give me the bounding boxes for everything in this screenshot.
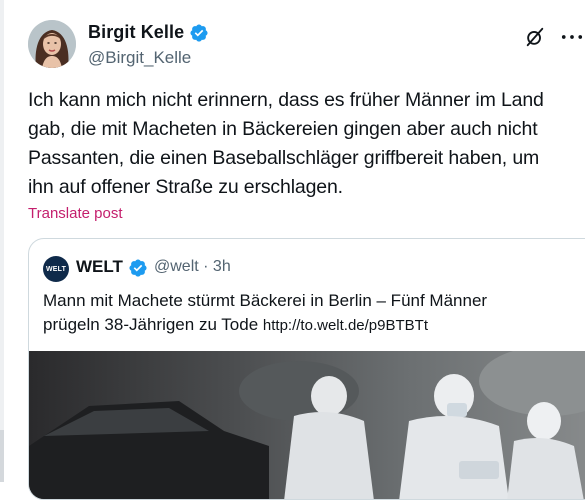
post-text-line: Passanten, die einen Baseballschläger gr… (28, 147, 540, 169)
avatar[interactable] (28, 20, 76, 68)
quoted-author-avatar[interactable]: WELT (43, 256, 69, 282)
timeline-divider (0, 0, 4, 482)
verified-badge-icon (129, 259, 147, 277)
translate-post-link[interactable]: Translate post (28, 205, 123, 222)
post-text: Ich kann mich nicht erinnern, dass es fr… (28, 86, 580, 202)
more-options-icon[interactable] (561, 34, 583, 40)
grok-icon[interactable] (524, 26, 546, 48)
quoted-text-segment: prügeln 38-Jährigen zu Tode (43, 315, 263, 334)
post-text-line: gab, die mit Macheten in Bäckereien ging… (28, 118, 538, 140)
quoted-author-handle-time[interactable]: @welt · 3h (154, 258, 231, 276)
quoted-text-line: prügeln 38-Jährigen zu Tode http://to.we… (43, 313, 585, 338)
quoted-text-line: Mann mit Machete stürmt Bäckerei in Berl… (43, 291, 488, 310)
author-handle[interactable]: @Birgit_Kelle (88, 48, 191, 68)
quoted-post-link[interactable]: http://to.welt.de/p9BTBTt (263, 317, 428, 334)
quoted-post-photo[interactable] (29, 351, 585, 500)
timeline-divider-accent (0, 430, 4, 482)
quoted-post-text: Mann mit Machete stürmt Bäckerei in Berl… (43, 289, 585, 338)
verified-badge-icon (190, 23, 208, 42)
post-text-line: ihn auf offener Straße zu erschlagen. (28, 176, 343, 198)
author-display-name[interactable]: Birgit Kelle (88, 22, 184, 43)
author-name-row[interactable]: Birgit Kelle (88, 22, 209, 43)
quoted-post[interactable]: WELT WELT @welt · 3h Mann mit Machete st… (28, 238, 585, 500)
avatar-image (28, 20, 76, 68)
quoted-author-name[interactable]: WELT (76, 257, 123, 277)
post-text-line: Ich kann mich nicht erinnern, dass es fr… (28, 89, 544, 111)
